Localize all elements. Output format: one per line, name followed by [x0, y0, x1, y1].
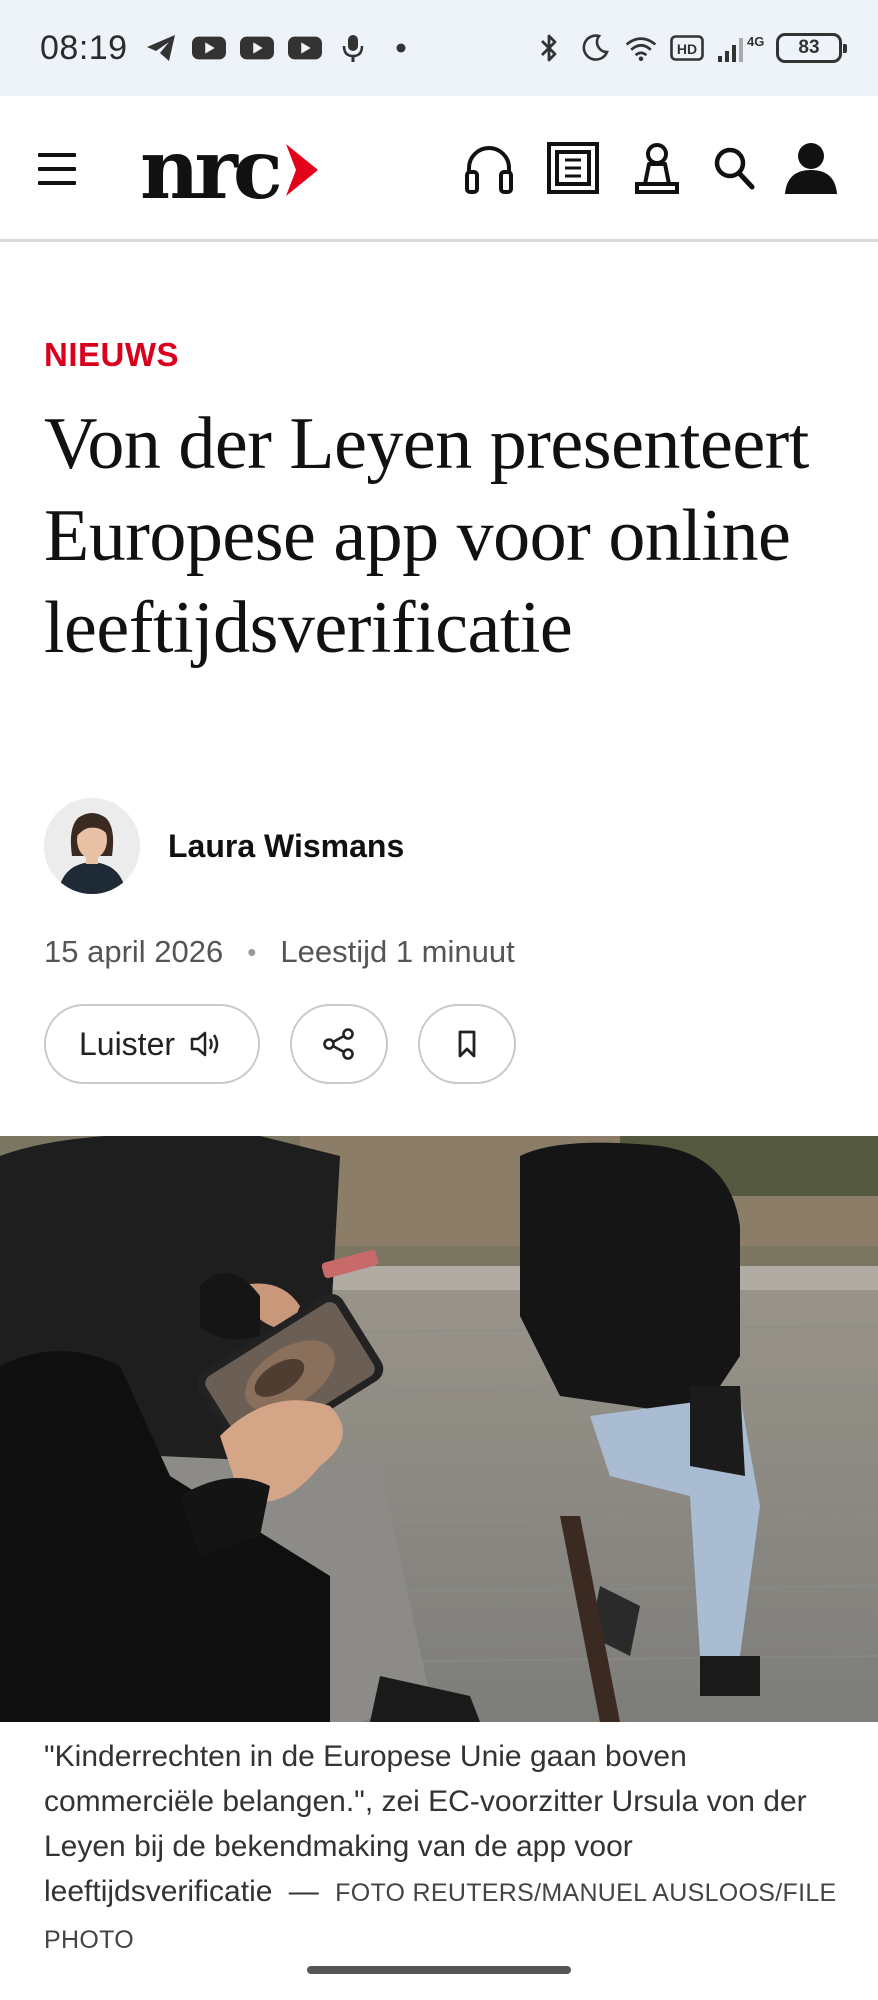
logo-chevron-icon: [285, 144, 318, 196]
moon-icon: [578, 31, 612, 65]
headphones-icon[interactable]: [460, 138, 518, 198]
bookmark-icon: [458, 1030, 476, 1058]
article-actions: Luister: [44, 1004, 516, 1084]
network-type: 4G: [747, 34, 764, 49]
bluetooth-icon: [532, 31, 566, 65]
status-bar: 08:19 HD 4G 83: [0, 0, 878, 96]
battery-icon: 83: [776, 33, 847, 63]
microphone-icon: [336, 31, 370, 65]
system-status-icons: HD 4G 83: [532, 31, 847, 65]
status-time: 08:19: [40, 28, 128, 67]
author-name: Laura Wismans: [168, 827, 405, 864]
site-header: nrc: [0, 96, 878, 242]
meta-separator: •: [247, 936, 257, 967]
article-category[interactable]: NIEUWS: [44, 336, 179, 374]
notification-icons: [144, 31, 418, 65]
photo-caption: "Kinderrechten in de Europese Unie gaan …: [44, 1734, 844, 1963]
newspaper-icon[interactable]: [544, 138, 602, 198]
hd-icon: HD: [670, 31, 704, 65]
author-avatar: [44, 798, 140, 894]
account-icon[interactable]: [782, 138, 840, 198]
share-button[interactable]: [290, 1004, 388, 1084]
battery-level: 83: [798, 37, 820, 58]
youtube-icon: [287, 31, 322, 65]
home-indicator[interactable]: [307, 1966, 571, 1974]
reading-time: Leestijd 1 minuut: [280, 934, 515, 969]
listen-button[interactable]: Luister: [44, 1004, 260, 1084]
nrc-logo[interactable]: nrc: [140, 122, 322, 218]
header-icons: [460, 138, 840, 198]
share-icon: [323, 1028, 354, 1060]
listen-label: Luister: [78, 1025, 176, 1062]
signal-icon: 4G: [716, 31, 764, 65]
author-byline[interactable]: Laura Wismans: [44, 798, 404, 894]
youtube-icon: [191, 31, 226, 65]
menu-icon[interactable]: [38, 153, 76, 185]
wifi-icon: [624, 31, 658, 65]
chess-pawn-icon[interactable]: [628, 138, 686, 198]
search-icon[interactable]: [712, 138, 756, 198]
dot-icon: [384, 31, 418, 65]
bookmark-button[interactable]: [418, 1004, 516, 1084]
svg-text:HD: HD: [677, 41, 697, 57]
article-meta: 15 april 2026 • Leestijd 1 minuut: [44, 934, 515, 970]
logo-text: nrc: [140, 122, 283, 218]
publish-date: 15 april 2026: [44, 934, 224, 969]
youtube-icon: [239, 31, 274, 65]
caption-dash: —: [288, 1875, 319, 1908]
telegram-icon: [144, 31, 178, 65]
speaker-icon: [190, 1031, 219, 1057]
article-title: Von der Leyen presenteert Europese app v…: [44, 403, 809, 669]
article-photo: [0, 1136, 878, 1722]
